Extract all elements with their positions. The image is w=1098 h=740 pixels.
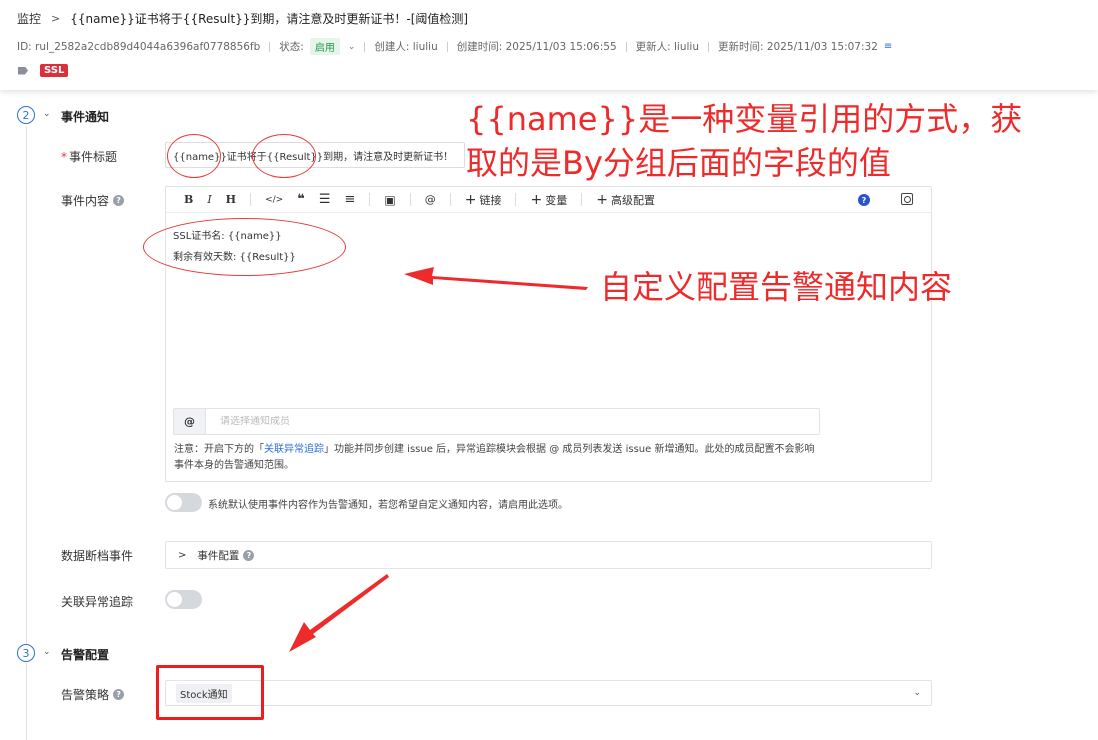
- chevron-right-icon: >: [51, 12, 61, 25]
- annotation-highlight-box: [156, 665, 264, 720]
- variable-button-label: 变量: [545, 193, 568, 207]
- chevron-down-icon[interactable]: ⌄: [43, 109, 51, 119]
- advanced-config-button[interactable]: + 高级配置: [596, 192, 655, 208]
- form-content: 2 ⌄ 事件通知 * 事件标题 {{name}}证书将于{{Result}}到期…: [0, 90, 1098, 740]
- help-icon[interactable]: ?: [113, 195, 125, 206]
- member-note: 注意：开启下方的「关联异常追踪」功能并同步创建 issue 后，异常追踪模块会根…: [174, 442, 824, 474]
- italic-button[interactable]: I: [207, 193, 211, 206]
- annotation-text: {{name}}是一种变量引用的方式，获: [466, 100, 1023, 138]
- code-icon[interactable]: </>: [265, 195, 283, 205]
- link-button[interactable]: + 链接: [465, 192, 502, 208]
- divider: [581, 193, 583, 206]
- annotation-text: 取的是By分组后面的字段的值: [466, 144, 891, 182]
- step-number-3: 3: [17, 644, 35, 662]
- tag-icon: [18, 66, 28, 75]
- divider: [446, 41, 448, 52]
- issue-tracking-label: 关联异常追踪: [61, 593, 133, 610]
- alert-policy-label: 告警策略 ?: [61, 686, 125, 703]
- section-title-notification[interactable]: 事件通知: [61, 108, 109, 125]
- link-button-label: 链接: [479, 193, 502, 207]
- chevron-down-icon: ⌄: [913, 688, 921, 698]
- archive-event-label-text: 数据断档事件: [61, 549, 134, 563]
- chevron-right-icon: >: [178, 549, 187, 561]
- member-input[interactable]: [220, 416, 800, 427]
- divider: [250, 193, 252, 206]
- step-number-2: 2: [17, 106, 35, 124]
- status-label: 状态:: [279, 41, 304, 53]
- help-icon[interactable]: ?: [858, 194, 870, 206]
- toggle-description: 系统默认使用事件内容作为告警通知，若您希望自定义通知内容，请启用此选项。: [208, 500, 568, 511]
- advanced-config-label: 高级配置: [610, 193, 655, 207]
- required-icon: *: [61, 149, 67, 164]
- chevron-down-icon[interactable]: ⌄: [43, 647, 51, 657]
- page-title: {{name}}证书将于{{Result}}到期，请注意及时更新证书！-[阈值检…: [70, 12, 469, 26]
- step-line: [26, 663, 27, 740]
- plus-icon: +: [464, 191, 477, 208]
- note-text: 注意：开启下方的「: [174, 444, 264, 455]
- event-content-label: 事件内容 ?: [61, 192, 125, 209]
- issue-tracking-label-text: 关联异常追踪: [61, 595, 134, 609]
- tag-badge[interactable]: SSL: [40, 64, 69, 77]
- chevron-down-icon[interactable]: ⌄: [348, 42, 356, 52]
- at-icon: @: [174, 409, 206, 434]
- custom-notification-toggle[interactable]: [165, 493, 202, 512]
- status-badge[interactable]: 启用: [309, 38, 340, 55]
- history-icon[interactable]: ≡: [884, 41, 892, 52]
- divider: [515, 193, 517, 206]
- plus-icon: +: [596, 191, 608, 208]
- event-content-label-text: 事件内容: [61, 194, 110, 208]
- breadcrumb-root[interactable]: 监控: [17, 10, 41, 27]
- divider: [409, 193, 411, 206]
- ordered-list-icon[interactable]: ≡: [345, 192, 356, 207]
- alert-policy-select[interactable]: Stock通知 ⌄: [165, 680, 932, 706]
- bold-button[interactable]: B: [184, 193, 193, 206]
- alert-policy-label-text: 告警策略: [61, 688, 110, 702]
- divider: [625, 41, 627, 52]
- editor-toolbar: B I H </> ❝ ☰ ≡ ▣ @ + 链接 + 变量 + 高级配置 ?: [166, 187, 931, 213]
- creator: 创建人: liuliu: [374, 41, 438, 53]
- event-title-label: * 事件标题: [61, 148, 117, 165]
- updater: 更新人: liuliu: [635, 41, 699, 53]
- divider: [449, 193, 451, 206]
- divider: [269, 41, 271, 52]
- variable-button[interactable]: + 变量: [530, 192, 567, 208]
- issue-tracking-toggle[interactable]: [165, 590, 202, 609]
- annotation-text: 自定义配置告警通知内容: [600, 268, 953, 306]
- page-header: 监控 > {{name}}证书将于{{Result}}到期，请注意及时更新证书！…: [0, 0, 1098, 90]
- archive-event-label: 数据断档事件: [61, 547, 133, 564]
- rule-meta: ID: rul_2582a2cdb89d4044a6396af0778856fb…: [17, 38, 892, 55]
- tag-row: SSL: [18, 64, 69, 77]
- bullet-list-icon[interactable]: ☰: [319, 192, 331, 207]
- section-title-alert[interactable]: 告警配置: [61, 646, 109, 663]
- heading-button[interactable]: H: [226, 193, 236, 206]
- help-icon[interactable]: ?: [243, 549, 255, 561]
- plus-icon: +: [530, 191, 543, 208]
- member-selector[interactable]: @: [173, 408, 820, 435]
- event-config-label: 事件配置: [197, 549, 240, 562]
- divider: [369, 193, 371, 206]
- rule-id: ID: rul_2582a2cdb89d4044a6396af0778856fb: [17, 40, 261, 53]
- event-config-collapse[interactable]: > 事件配置 ?: [165, 541, 932, 569]
- annotation-ellipse: [143, 218, 346, 276]
- annotation-ellipse: [252, 134, 316, 178]
- created-time: 创建时间: 2025/11/03 15:06:55: [456, 41, 617, 53]
- fullscreen-icon[interactable]: [901, 193, 913, 205]
- event-title-label-text: 事件标题: [69, 150, 118, 164]
- quote-icon[interactable]: ❝: [297, 192, 305, 207]
- divider: [708, 41, 709, 52]
- help-icon[interactable]: ?: [113, 689, 125, 700]
- step-line: [26, 126, 27, 656]
- issue-tracking-link[interactable]: 关联异常追踪: [264, 444, 324, 455]
- image-icon[interactable]: ▣: [384, 193, 395, 207]
- breadcrumb: 监控 > {{name}}证书将于{{Result}}到期，请注意及时更新证书！…: [17, 10, 468, 27]
- mention-button[interactable]: @: [425, 193, 436, 206]
- divider: [364, 41, 366, 52]
- updated-time: 更新时间: 2025/11/03 15:07:32: [718, 41, 878, 53]
- annotation-ellipse: [167, 134, 221, 178]
